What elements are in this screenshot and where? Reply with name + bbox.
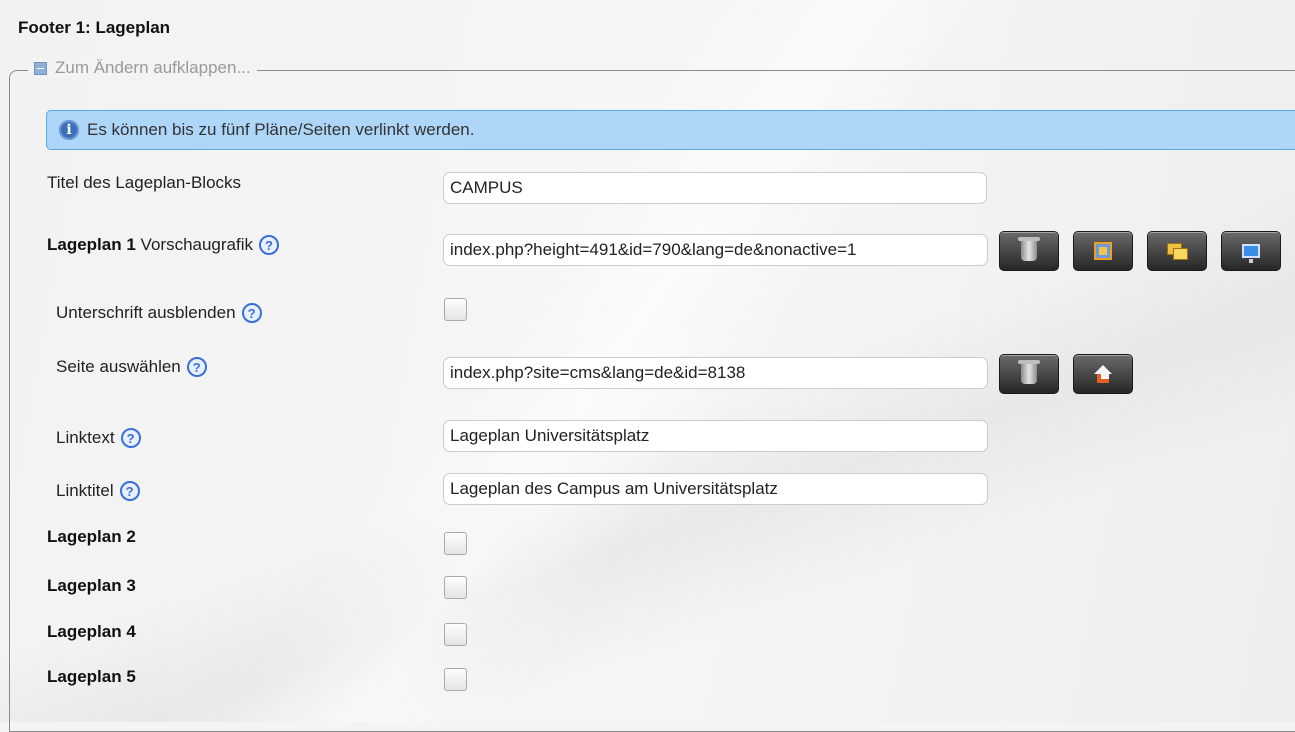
preview-button[interactable]	[1221, 231, 1281, 271]
lageplan-item-label: Lageplan 3	[47, 576, 136, 596]
trash-icon	[1018, 360, 1040, 384]
titel-input[interactable]	[443, 172, 987, 204]
lageplan-item-label: Lageplan 4	[47, 622, 136, 642]
trash-icon	[1018, 237, 1040, 261]
image-icon	[1094, 242, 1112, 260]
help-icon[interactable]: ?	[119, 481, 140, 501]
lageplan1-label: Lageplan 1 Vorschaugrafik ?	[47, 235, 279, 255]
lageplan3-label: Lageplan 3	[47, 576, 136, 595]
titel-label: Titel des Lageplan-Blocks	[47, 173, 241, 193]
titel-label-text: Titel des Lageplan-Blocks	[47, 173, 242, 192]
linktext-input[interactable]	[443, 420, 988, 452]
lageplan1-label-bold: Lageplan 1	[47, 235, 136, 254]
vorschaugrafik-input[interactable]	[443, 234, 988, 266]
minus-icon[interactable]	[34, 61, 47, 75]
linktitel-label: Linktitel ?	[56, 481, 140, 501]
help-icon[interactable]: ?	[259, 235, 279, 255]
linktext-label-text: Linktext	[56, 428, 115, 447]
info-icon: i	[59, 120, 79, 140]
seite-label: Seite auswählen ?	[56, 357, 207, 377]
help-icon[interactable]: ?	[241, 303, 262, 323]
select-window-button[interactable]	[1147, 231, 1207, 271]
lageplan2-checkbox[interactable]	[444, 532, 467, 555]
lageplan2-label: Lageplan 2	[47, 527, 136, 546]
lageplan5-checkbox[interactable]	[444, 668, 467, 691]
linktitel-input[interactable]	[443, 473, 988, 505]
linktitel-label-text: Linktitel	[56, 481, 114, 500]
monitor-icon	[1242, 244, 1260, 263]
info-banner: i Es können bis zu fünf Pläne/Seiten ver…	[46, 110, 1295, 150]
unterschrift-label-text: Unterschrift ausblenden	[56, 303, 236, 322]
linktext-label: Linktext ?	[56, 428, 141, 448]
collapse-toggle-label: Zum Ändern aufklappen...	[55, 58, 251, 77]
lageplan4-label: Lageplan 4	[47, 622, 136, 641]
lageplan5-label: Lageplan 5	[47, 667, 136, 686]
home-icon	[1094, 365, 1112, 383]
help-icon[interactable]: ?	[186, 357, 207, 377]
select-image-button[interactable]	[1073, 231, 1133, 271]
section-title: Footer 1: Lageplan	[18, 18, 171, 37]
seite-label-text: Seite auswählen	[56, 357, 181, 376]
lageplan-item-label: Lageplan 2	[47, 527, 136, 547]
lageplan1-label-rest: Vorschaugrafik	[140, 235, 253, 254]
unterschrift-checkbox[interactable]	[444, 298, 467, 321]
lageplan4-checkbox[interactable]	[444, 623, 467, 646]
select-page-button[interactable]	[1073, 354, 1133, 394]
info-text: Es können bis zu fünf Pläne/Seiten verli…	[87, 120, 475, 139]
seite-input[interactable]	[443, 357, 988, 389]
lageplan-item-label: Lageplan 5	[47, 667, 136, 687]
help-icon[interactable]: ?	[120, 428, 141, 448]
delete-page-button[interactable]	[999, 354, 1059, 394]
unterschrift-label: Unterschrift ausblenden ?	[56, 303, 262, 323]
windows-icon	[1167, 243, 1188, 260]
config-fieldset	[9, 70, 1295, 732]
delete-button[interactable]	[999, 231, 1059, 271]
lageplan3-checkbox[interactable]	[444, 576, 467, 599]
collapse-toggle[interactable]: Zum Ändern aufklappen...	[28, 58, 257, 78]
